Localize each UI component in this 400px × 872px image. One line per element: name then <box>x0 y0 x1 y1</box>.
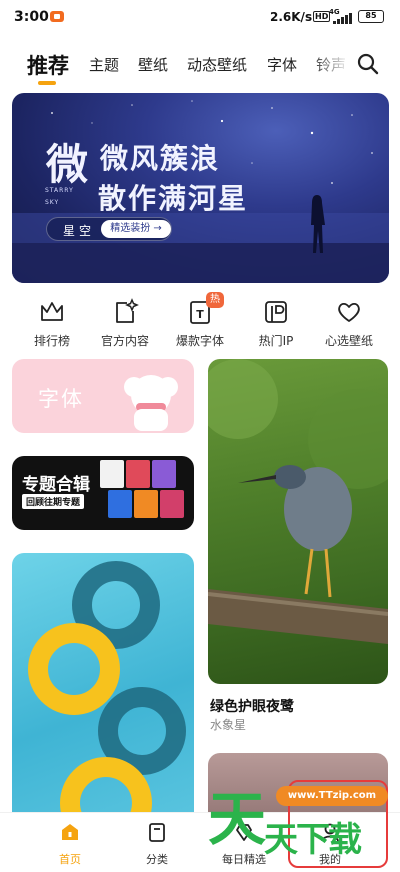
pool-float-image <box>28 561 186 833</box>
heron-author[interactable]: 水象星 <box>210 716 246 733</box>
status-bar: 3:00 2.6K/s HD 4G 85 <box>0 0 400 34</box>
theme-thumbnail <box>100 460 124 488</box>
theme-card-subtitle: 回顾往期专题 <box>22 494 85 509</box>
home-icon <box>62 824 78 840</box>
tab-font[interactable]: 字体 <box>267 54 297 75</box>
theme-collection-card[interactable]: 专题合辑 回顾往期专题 <box>12 456 194 530</box>
sparkle-document-icon <box>116 298 139 323</box>
quick-link-label: 热门IP <box>258 334 294 348</box>
hot-badge: 热 <box>206 292 224 308</box>
quick-link-label: 官方内容 <box>100 334 149 348</box>
active-tab-indicator <box>38 81 56 85</box>
quick-links: 排行榜 官方内容 T 热 爆款字体 热门IP 心选壁纸 <box>0 292 400 354</box>
hd-icon: HD <box>313 11 331 22</box>
watermark-text: 天下载 <box>264 820 362 860</box>
watermark-url: www.TTzip.com <box>276 786 388 806</box>
puppy-illustration <box>124 375 178 431</box>
tab-live-wallpaper[interactable]: 动态壁纸 <box>187 54 247 75</box>
tab-recommend[interactable]: 推荐 <box>27 50 69 80</box>
quick-link-selected-wallpaper[interactable]: 心选壁纸 <box>311 298 387 349</box>
font-card-label: 字体 <box>38 387 84 411</box>
quick-link-label: 心选壁纸 <box>324 334 373 348</box>
tab-theme[interactable]: 主题 <box>89 54 119 75</box>
theme-card-title: 专题合辑 <box>22 475 90 495</box>
nav-home-label: 首页 <box>59 853 81 866</box>
heron-image <box>208 359 388 644</box>
banner-title-line2: 散作满河星 <box>98 182 249 215</box>
quick-link-hot-ip[interactable]: 热门IP <box>238 298 314 349</box>
carousel-dots <box>196 273 228 283</box>
tab-wallpaper[interactable]: 壁纸 <box>138 54 168 75</box>
theme-thumbnail <box>108 490 132 518</box>
banner-tag: 星空 <box>63 224 96 238</box>
theme-thumbnail <box>160 490 184 518</box>
screen-record-icon <box>50 11 64 22</box>
theme-thumbnail <box>134 490 158 518</box>
banner-title-big: 微 <box>46 140 89 189</box>
heron-wallpaper-card[interactable] <box>208 359 388 684</box>
ip-icon <box>265 301 287 323</box>
heart-icon <box>338 302 360 322</box>
status-time: 3:00 <box>14 9 49 25</box>
hero-banner[interactable]: 微 微风簇浪 散作满河星 STARRY SKY 星空 精选装扮 → <box>12 93 389 283</box>
network-speed: 2.6K/s <box>270 10 313 24</box>
nav-category[interactable]: 分类 <box>127 821 187 867</box>
quick-link-hot-fonts[interactable]: T 热 爆款字体 <box>162 292 238 349</box>
quick-link-label: 爆款字体 <box>175 334 224 348</box>
nav-home[interactable]: 首页 <box>40 821 100 867</box>
theme-thumbnail <box>152 460 176 488</box>
site-watermark: 天 www.TTzip.com 天下载 <box>208 778 398 872</box>
quick-link-ranking[interactable]: 排行榜 <box>14 298 90 349</box>
banner-tag-pill: 星空 精选装扮 → <box>46 217 172 241</box>
battery-icon: 85 <box>358 10 384 23</box>
category-tabs: 推荐 主题 壁纸 动态壁纸 字体 铃声 <box>0 40 400 88</box>
quick-link-label: 排行榜 <box>33 334 70 348</box>
category-icon <box>149 823 165 842</box>
crown-icon <box>41 302 63 321</box>
banner-title-line1: 微风簇浪 <box>100 142 221 175</box>
signal-icon <box>331 12 353 24</box>
banner-button[interactable]: 精选装扮 → <box>101 220 171 238</box>
pool-wallpaper-card[interactable] <box>12 553 194 833</box>
search-icon[interactable] <box>356 52 380 76</box>
heron-title: 绿色护眼夜鹭 <box>210 699 294 715</box>
quick-link-official[interactable]: 官方内容 <box>87 298 163 349</box>
theme-thumbnail <box>126 460 150 488</box>
svg-text:T: T <box>196 308 204 321</box>
watermark-big-char: 天 <box>208 785 267 853</box>
tab-fade <box>310 40 350 88</box>
font-card[interactable]: 字体 <box>12 359 194 433</box>
banner-english-text: STARRY SKY <box>45 187 74 206</box>
nav-category-label: 分类 <box>146 853 168 866</box>
